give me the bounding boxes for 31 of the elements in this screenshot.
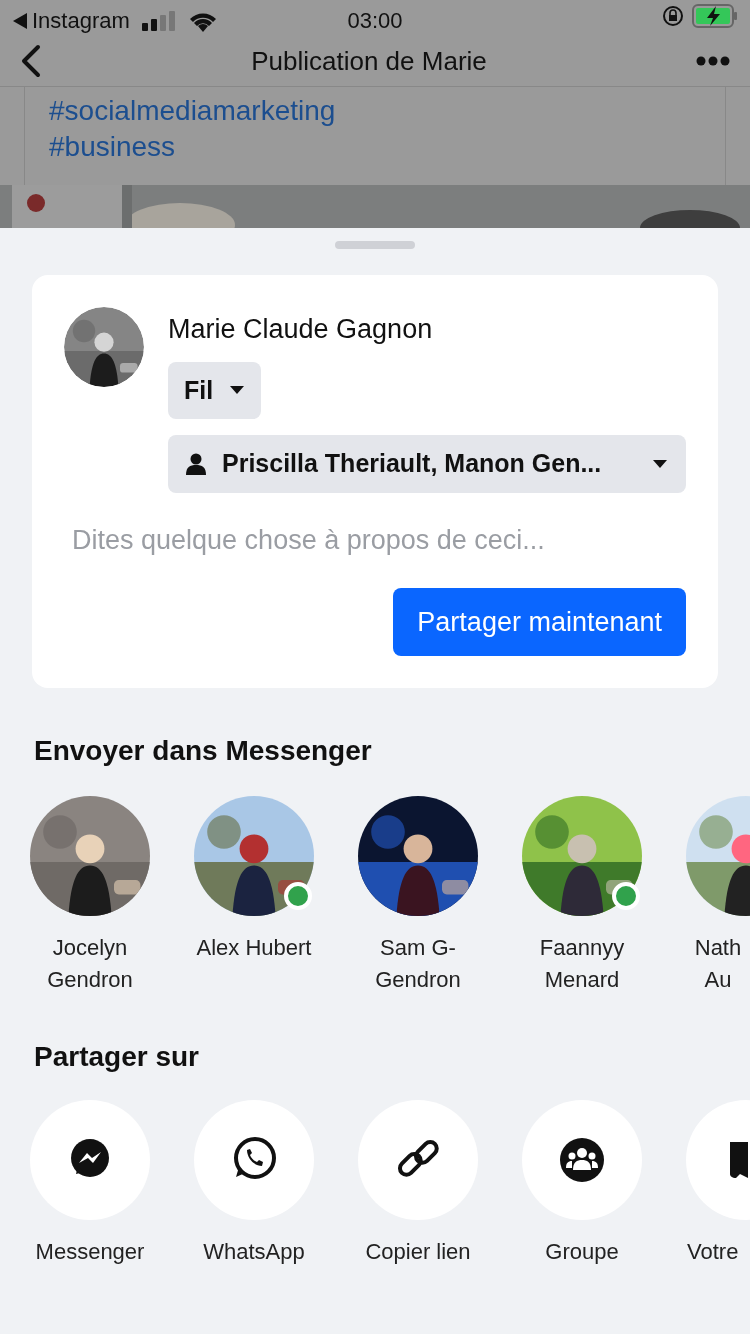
share-option-label: Messenger [34,1238,146,1266]
contact-name: Sam G-Gendron [374,934,462,994]
drag-handle[interactable] [335,241,415,249]
share-option-label: WhatsApp [202,1238,306,1266]
page-title: Publication de Marie [251,44,487,78]
back-triangle-icon[interactable] [12,11,28,30]
share-option-label: Groupe [544,1238,620,1266]
author-name: Marie Claude Gagnon [168,313,433,346]
contact-name: Faannyy Menard [538,934,626,994]
battery-icon [692,4,738,28]
section-title: Envoyer dans Messenger [33,734,373,768]
contact-name: Jocelyn Gendron [46,934,134,994]
share-now-button[interactable]: Partager maintenant [393,587,686,656]
share-option-label: Copier lien [364,1238,472,1266]
section-title: Partager sur [33,1040,200,1074]
contact-name: Alex Hubert [195,934,313,962]
contact-name: Nath Au [693,934,743,994]
person-icon [186,452,206,475]
signal-icon [141,10,176,31]
rotation-lock-icon [662,5,684,27]
clock-time: 03:00 [347,8,403,33]
back-app-label[interactable]: Instagram [32,4,130,37]
more-icon[interactable] [696,56,730,66]
caret-icon [229,385,246,396]
caret-icon [652,458,668,469]
share-option-label: Votre [687,1238,740,1266]
back-icon[interactable] [20,44,42,78]
audience-dropdown[interactable]: Priscilla Theriault, Manon Gen... [168,435,686,493]
destination-dropdown[interactable]: Fil [168,361,262,419]
message-field[interactable]: Dites quelque chose à propos de ceci... [64,516,686,564]
group-icon [558,1136,606,1184]
